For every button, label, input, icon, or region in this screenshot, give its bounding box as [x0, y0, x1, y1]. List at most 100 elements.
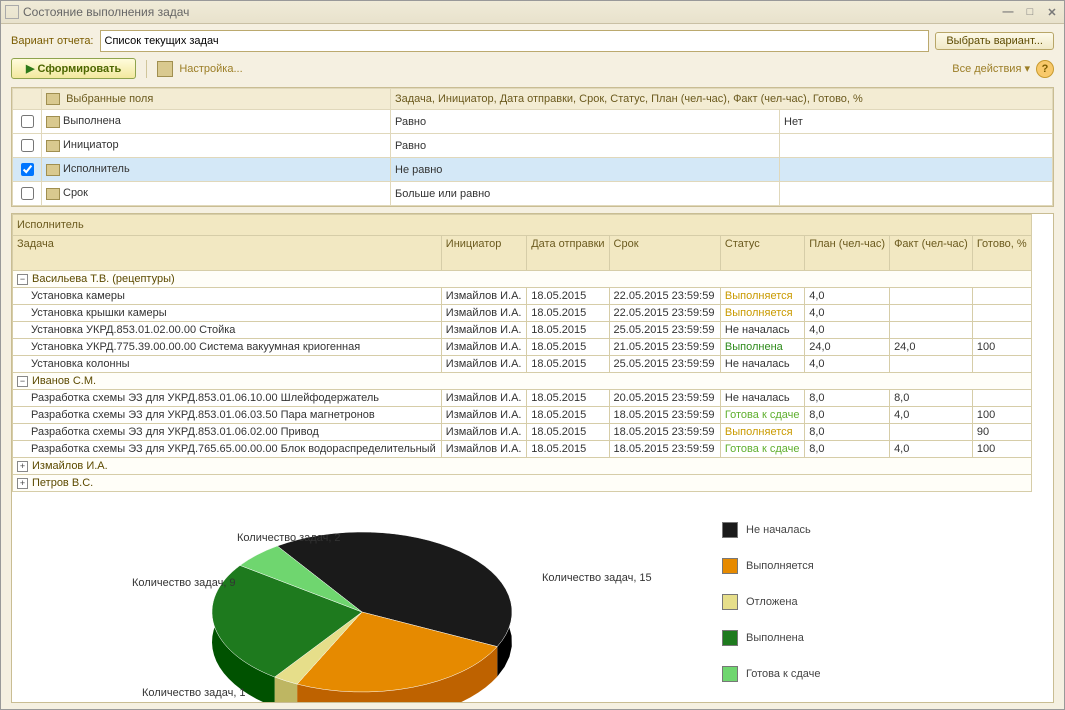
- cell-status: Не началась: [720, 356, 804, 373]
- cell-fact: 4,0: [890, 407, 973, 424]
- col-performer[interactable]: Исполнитель: [13, 215, 1032, 236]
- pie-slice-label: Количество задач, 1: [142, 687, 246, 699]
- cell-due: 22.05.2015 23:59:59: [609, 288, 720, 305]
- col-status[interactable]: Статус: [720, 236, 804, 271]
- legend-label: Готова к сдаче: [746, 668, 821, 680]
- toolbar: Сформировать Настройка... Все действия ▾…: [1, 58, 1064, 85]
- variant-input[interactable]: [100, 30, 930, 52]
- filters-header-desc: Задача, Инициатор, Дата отправки, Срок, …: [391, 89, 1053, 110]
- col-plan[interactable]: План (чел-час): [805, 236, 890, 271]
- table-row[interactable]: Разработка схемы ЭЗ для УКРД.853.01.06.0…: [13, 424, 1032, 441]
- cell-status: Не началась: [720, 390, 804, 407]
- table-row[interactable]: Установка крышки камерыИзмайлов И.А.18.0…: [13, 305, 1032, 322]
- cell-status: Выполняется: [720, 305, 804, 322]
- filter-check[interactable]: [21, 163, 34, 176]
- filter-val[interactable]: [780, 134, 1053, 158]
- cell-init: Измайлов И.А.: [441, 390, 526, 407]
- help-icon[interactable]: ?: [1036, 60, 1054, 78]
- group-expander[interactable]: +: [17, 478, 28, 489]
- table-row[interactable]: Разработка схемы ЭЗ для УКРД.853.01.06.0…: [13, 407, 1032, 424]
- table-row[interactable]: Установка УКРД.775.39.00.00.00 Система в…: [13, 339, 1032, 356]
- cell-task: Установка УКРД.775.39.00.00.00 Система в…: [13, 339, 442, 356]
- filter-val[interactable]: [780, 182, 1053, 206]
- group-expander[interactable]: −: [17, 274, 28, 285]
- cell-task: Разработка схемы ЭЗ для УКРД.765.65.00.0…: [13, 441, 442, 458]
- col-initiator[interactable]: Инициатор: [441, 236, 526, 271]
- cell-due: 25.05.2015 23:59:59: [609, 356, 720, 373]
- cell-plan: 4,0: [805, 288, 890, 305]
- report-area[interactable]: Исполнитель Задача Инициатор Дата отправ…: [11, 213, 1054, 703]
- pie-slice-label: Количество задач, 2: [237, 532, 341, 544]
- cell-done: 100: [972, 441, 1031, 458]
- legend-swatch: [722, 594, 738, 610]
- filter-val[interactable]: Нет: [780, 110, 1053, 134]
- filter-check[interactable]: [21, 187, 34, 200]
- cell-done: 100: [972, 407, 1031, 424]
- all-actions-link[interactable]: Все действия ▾: [952, 62, 1030, 75]
- choose-variant-button[interactable]: Выбрать вариант...: [935, 32, 1054, 50]
- table-row[interactable]: Установка камерыИзмайлов И.А.18.05.20152…: [13, 288, 1032, 305]
- filter-val[interactable]: [780, 158, 1053, 182]
- filter-op[interactable]: Больше или равно: [391, 182, 780, 206]
- table-row[interactable]: Установка колонныИзмайлов И.А.18.05.2015…: [13, 356, 1032, 373]
- legend-item: Выполняется: [722, 558, 821, 574]
- col-task[interactable]: Задача: [13, 236, 442, 271]
- group-expander[interactable]: +: [17, 461, 28, 472]
- cell-done: 100: [972, 339, 1031, 356]
- table-row[interactable]: Разработка схемы ЭЗ для УКРД.765.65.00.0…: [13, 441, 1032, 458]
- cell-task: Установка колонны: [13, 356, 442, 373]
- cell-plan: 8,0: [805, 407, 890, 424]
- cell-done: 90: [972, 424, 1031, 441]
- cell-init: Измайлов И.А.: [441, 305, 526, 322]
- col-fact[interactable]: Факт (чел-час): [890, 236, 973, 271]
- cell-fact: 24,0: [890, 339, 973, 356]
- filter-field-icon: [46, 188, 60, 200]
- close-button[interactable]: ✕: [1044, 6, 1060, 19]
- window-title: Состояние выполнения задач: [19, 5, 1000, 19]
- variant-label: Вариант отчета:: [11, 35, 94, 47]
- legend-label: Выполнена: [746, 632, 804, 644]
- form-button[interactable]: Сформировать: [11, 58, 136, 79]
- cell-due: 22.05.2015 23:59:59: [609, 305, 720, 322]
- filter-field-name: Инициатор: [63, 139, 119, 151]
- filter-field-icon: [46, 116, 60, 128]
- cell-plan: 4,0: [805, 356, 890, 373]
- cell-due: 25.05.2015 23:59:59: [609, 322, 720, 339]
- filter-check[interactable]: [21, 139, 34, 152]
- cell-due: 20.05.2015 23:59:59: [609, 390, 720, 407]
- cell-task: Разработка схемы ЭЗ для УКРД.853.01.06.0…: [13, 424, 442, 441]
- settings-link[interactable]: Настройка...: [179, 63, 242, 75]
- cell-task: Установка камеры: [13, 288, 442, 305]
- filter-op[interactable]: Не равно: [391, 158, 780, 182]
- col-due[interactable]: Срок: [609, 236, 720, 271]
- minimize-button[interactable]: —: [1000, 6, 1016, 19]
- cell-plan: 8,0: [805, 390, 890, 407]
- cell-task: Разработка схемы ЭЗ для УКРД.853.01.06.1…: [13, 390, 442, 407]
- group-expander[interactable]: −: [17, 376, 28, 387]
- group-name: Иванов С.М.: [32, 375, 96, 387]
- cell-status: Не началась: [720, 322, 804, 339]
- cell-status: Выполнена: [720, 339, 804, 356]
- variant-row: Вариант отчета: Выбрать вариант...: [1, 24, 1064, 58]
- col-done[interactable]: Готово, %: [972, 236, 1031, 271]
- cell-status: Выполняется: [720, 288, 804, 305]
- cell-init: Измайлов И.А.: [441, 356, 526, 373]
- maximize-button[interactable]: □: [1022, 6, 1038, 19]
- filter-op[interactable]: Равно: [391, 110, 780, 134]
- filter-field-name: Исполнитель: [63, 163, 130, 175]
- cell-init: Измайлов И.А.: [441, 407, 526, 424]
- cell-plan: 8,0: [805, 441, 890, 458]
- cell-fact: [890, 356, 973, 373]
- legend-swatch: [722, 630, 738, 646]
- table-row[interactable]: Разработка схемы ЭЗ для УКРД.853.01.06.1…: [13, 390, 1032, 407]
- cell-status: Готова к сдаче: [720, 407, 804, 424]
- filter-field-icon: [46, 164, 60, 176]
- filters-panel: Выбранные поля Задача, Инициатор, Дата о…: [11, 87, 1054, 207]
- filter-op[interactable]: Равно: [391, 134, 780, 158]
- filter-check[interactable]: [21, 115, 34, 128]
- col-sent[interactable]: Дата отправки: [527, 236, 609, 271]
- legend-item: Готова к сдаче: [722, 666, 821, 682]
- cell-sent: 18.05.2015: [527, 356, 609, 373]
- report-table: Исполнитель Задача Инициатор Дата отправ…: [12, 214, 1032, 492]
- table-row[interactable]: Установка УКРД.853.01.02.00.00 СтойкаИзм…: [13, 322, 1032, 339]
